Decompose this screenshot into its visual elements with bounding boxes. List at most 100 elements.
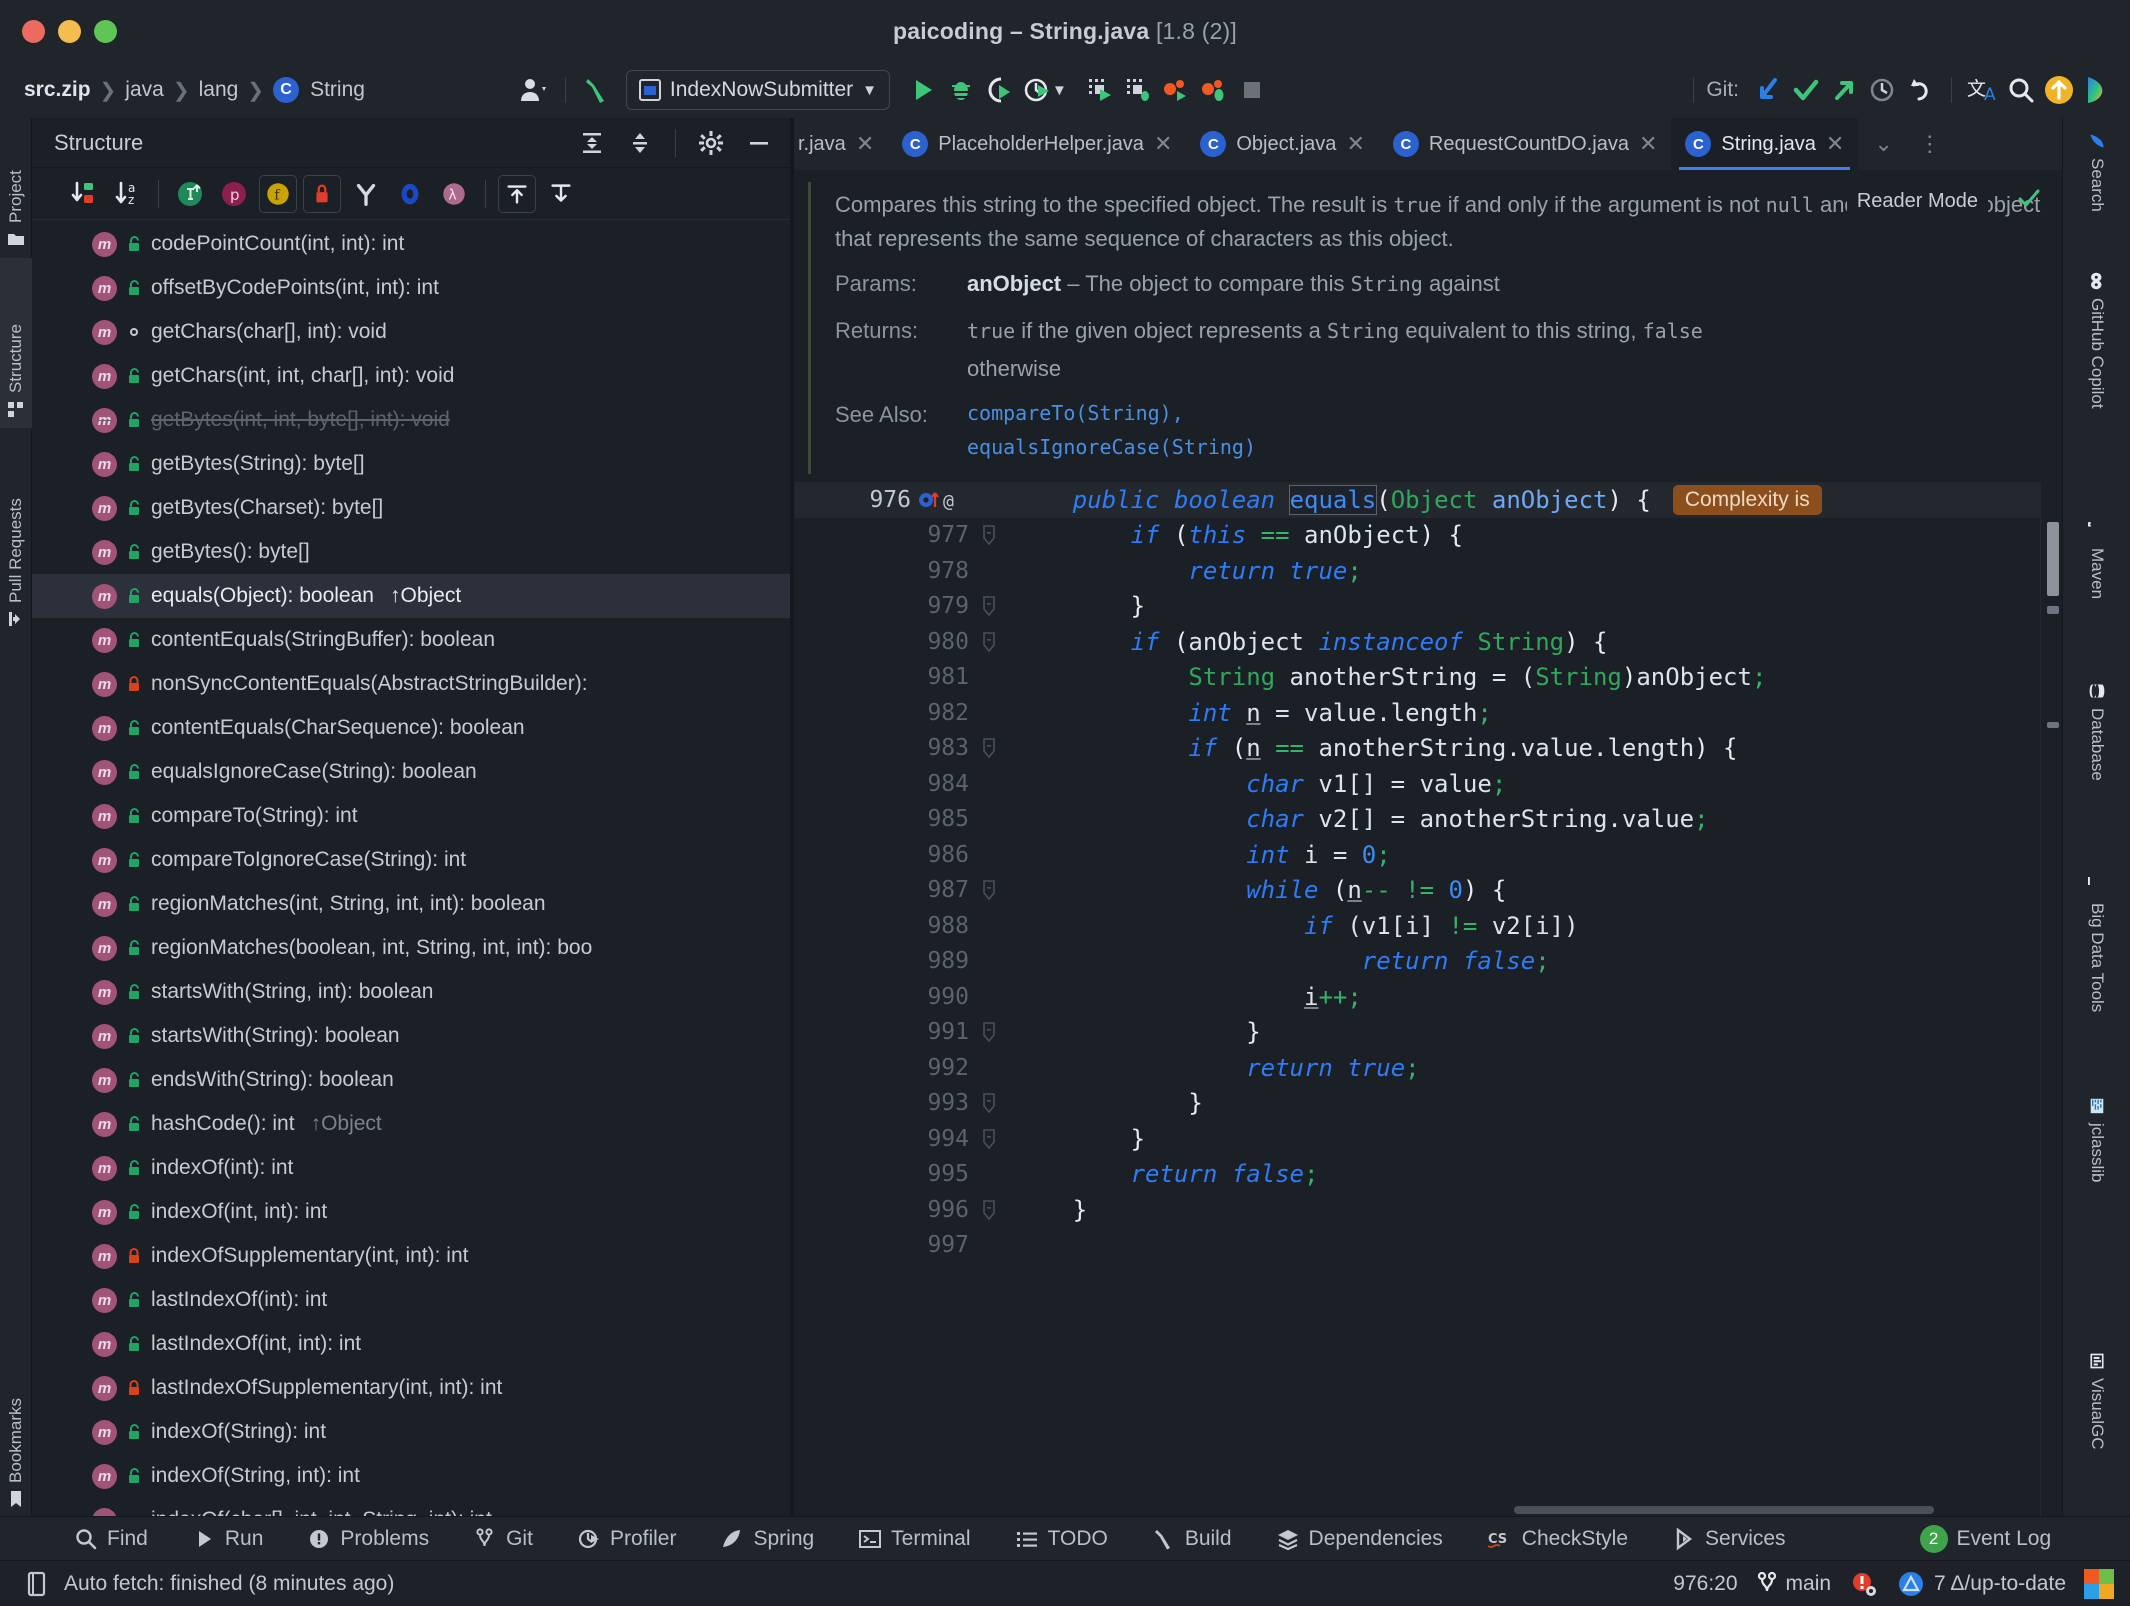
scroll-to-source-icon[interactable] xyxy=(542,175,580,213)
sidebar-item-github-copilot[interactable]: GitHub Copilot xyxy=(2063,258,2130,508)
show-inherited-icon[interactable] xyxy=(171,175,209,213)
sidebar-item-maven[interactable]: m Maven xyxy=(2063,508,2130,668)
scroll-from-source-icon[interactable] xyxy=(498,174,536,213)
tool-window-button-run[interactable]: Run xyxy=(170,1517,286,1561)
structure-tree-item[interactable]: m nonSyncContentEquals(AbstractStringBuil… xyxy=(32,662,792,706)
code-line[interactable]: 985 char v2[] = anotherString.value; xyxy=(794,802,2062,838)
updates-icon[interactable] xyxy=(2040,71,2078,109)
git-history-icon[interactable] xyxy=(1863,71,1901,109)
inspections-widget-icon[interactable] xyxy=(1849,1570,1879,1598)
structure-tree-item[interactable]: m indexOf(String, int): int xyxy=(32,1454,792,1498)
expand-all-icon[interactable] xyxy=(573,124,611,162)
tool-window-button-build[interactable]: Build xyxy=(1130,1517,1254,1561)
line-number-gutter[interactable]: 984 xyxy=(794,771,979,797)
code-line[interactable]: 984 char v1[] = value; xyxy=(794,766,2062,802)
structure-tree-item[interactable]: m codePointCount(int, int): int xyxy=(32,222,792,266)
build-hammer-icon[interactable] xyxy=(578,71,616,109)
branch-widget[interactable]: main xyxy=(1756,1571,1831,1597)
close-icon[interactable]: ✕ xyxy=(1639,131,1657,157)
debug-icon[interactable] xyxy=(942,71,980,109)
caret-position[interactable]: 976:20 xyxy=(1673,1572,1737,1596)
line-number-gutter[interactable]: 981 xyxy=(794,664,979,690)
javadoc-link-compareto[interactable]: compareTo(String), xyxy=(967,396,1256,430)
breadcrumb-string[interactable]: String xyxy=(310,78,365,102)
fold-marker[interactable] xyxy=(979,1019,1005,1045)
show-properties-icon[interactable]: p xyxy=(215,175,253,213)
sync-widget[interactable]: 7 Δ/up-to-date xyxy=(1897,1570,2066,1598)
stop-icon[interactable] xyxy=(1233,71,1271,109)
fold-marker[interactable] xyxy=(979,735,1005,761)
code-line[interactable]: 986 int i = 0; xyxy=(794,837,2062,873)
code-line[interactable]: 977 if (this == anObject) { xyxy=(794,518,2062,554)
sidebar-item-big-data-tools[interactable]: D Big Data Tools xyxy=(2063,863,2130,1083)
code-line[interactable]: 990 i++; xyxy=(794,979,2062,1015)
code-line[interactable]: 991 } xyxy=(794,1015,2062,1051)
show-anonymous-icon[interactable] xyxy=(347,175,385,213)
line-number-gutter[interactable]: 976 @ xyxy=(794,487,979,513)
code-line[interactable]: 976 @ public boolean equals(Object anObje… xyxy=(794,482,2062,518)
search-everywhere-icon[interactable] xyxy=(2002,71,2040,109)
close-icon[interactable]: ✕ xyxy=(1154,131,1172,157)
tab-requestcountdo-java[interactable]: C RequestCountDO.java ✕ xyxy=(1379,118,1672,170)
line-number-gutter[interactable]: 997 xyxy=(794,1232,979,1258)
show-lambdas-icon[interactable]: λ xyxy=(435,175,473,213)
ai-icon[interactable] xyxy=(2078,71,2116,109)
structure-tree-item[interactable]: m startsWith(String): boolean xyxy=(32,1014,792,1058)
tool-window-button-profiler[interactable]: Profiler xyxy=(555,1517,699,1561)
sidebar-item-search[interactable]: Search xyxy=(2063,118,2130,258)
line-number-gutter[interactable]: 986 xyxy=(794,842,979,868)
structure-tree-item[interactable]: m regionMatches(boolean, int, String, int… xyxy=(32,926,792,970)
code-line[interactable]: 995 return false; xyxy=(794,1157,2062,1193)
gutter-icons[interactable]: @ xyxy=(917,487,969,513)
fold-marker[interactable] xyxy=(979,1090,1005,1116)
structure-tree-item[interactable]: m compareToIgnoreCase(String): int xyxy=(32,838,792,882)
code-line[interactable]: 988 if (v1[i] != v2[i]) xyxy=(794,908,2062,944)
tool-window-button-terminal[interactable]: Terminal xyxy=(836,1517,992,1561)
structure-tree[interactable]: m codePointCount(int, int): int m offsetByC… xyxy=(32,220,792,1518)
sidebar-item-database[interactable]: Database xyxy=(2063,668,2130,863)
profiler-icon[interactable] xyxy=(1018,71,1056,109)
tool-window-button-spring[interactable]: Spring xyxy=(698,1517,836,1561)
line-number-gutter[interactable]: 991 xyxy=(794,1019,979,1045)
fold-marker[interactable] xyxy=(979,1197,1005,1223)
reader-mode-label[interactable]: Reader Mode xyxy=(1846,186,1988,217)
sidebar-item-pull-requests[interactable]: Pull Requests xyxy=(0,428,32,638)
structure-tree-item[interactable]: m getChars(char[], int): void xyxy=(32,310,792,354)
javadoc-link-equalsignorecase[interactable]: equalsIgnoreCase(String) xyxy=(967,430,1256,464)
fold-marker[interactable] xyxy=(979,522,1005,548)
breadcrumb-lang[interactable]: lang xyxy=(199,78,239,102)
breadcrumb-java[interactable]: java xyxy=(125,78,164,102)
code-line[interactable]: 979 } xyxy=(794,589,2062,625)
line-number-gutter[interactable]: 985 xyxy=(794,806,979,832)
tab-r-java[interactable]: r.java ✕ xyxy=(794,118,888,170)
line-number-gutter[interactable]: 979 xyxy=(794,593,979,619)
tab-placeholderhelper-java[interactable]: C PlaceholderHelper.java ✕ xyxy=(888,118,1186,170)
line-number-gutter[interactable]: 994 xyxy=(794,1126,979,1152)
close-icon[interactable]: ✕ xyxy=(1346,131,1364,157)
run-icon[interactable] xyxy=(904,71,942,109)
hide-panel-icon[interactable] xyxy=(740,124,778,162)
code-line[interactable]: 978 return true; xyxy=(794,553,2062,589)
code-line[interactable]: 993 } xyxy=(794,1086,2062,1122)
show-non-public-icon[interactable] xyxy=(303,174,341,213)
git-commit-icon[interactable] xyxy=(1787,71,1825,109)
sort-by-visibility-icon[interactable] xyxy=(64,175,102,213)
line-number-gutter[interactable]: 996 xyxy=(794,1197,979,1223)
fold-marker[interactable] xyxy=(979,593,1005,619)
code-line[interactable]: 980 if (anObject instanceof String) { xyxy=(794,624,2062,660)
git-rollback-icon[interactable] xyxy=(1901,71,1939,109)
structure-tree-item[interactable]: m getBytes(): byte[] xyxy=(32,530,792,574)
structure-tree-item[interactable]: m lastIndexOf(int, int): int xyxy=(32,1322,792,1366)
fold-marker[interactable] xyxy=(979,629,1005,655)
structure-tree-item[interactable]: m regionMatches(int, String, int, int): b… xyxy=(32,882,792,926)
more-vertical-icon[interactable]: ⋮ xyxy=(1909,131,1951,157)
structure-tree-item[interactable]: m indexOf(String): int xyxy=(32,1410,792,1454)
code-line[interactable]: 982 int n = value.length; xyxy=(794,695,2062,731)
sidebar-item-jclasslib[interactable]: jclasslib xyxy=(2063,1083,2130,1248)
structure-tree-item[interactable]: m hashCode(): int ↑Object xyxy=(32,1102,792,1146)
tool-window-button-git[interactable]: Git xyxy=(451,1517,555,1561)
run-coverage-icon[interactable] xyxy=(980,71,1018,109)
structure-tree-item[interactable]: mindexOf(char[], int, int, String, int):… xyxy=(32,1498,792,1518)
run-tests-icon[interactable] xyxy=(1081,71,1119,109)
tool-window-button-event-log[interactable]: 2 Event Log xyxy=(1898,1517,2074,1561)
